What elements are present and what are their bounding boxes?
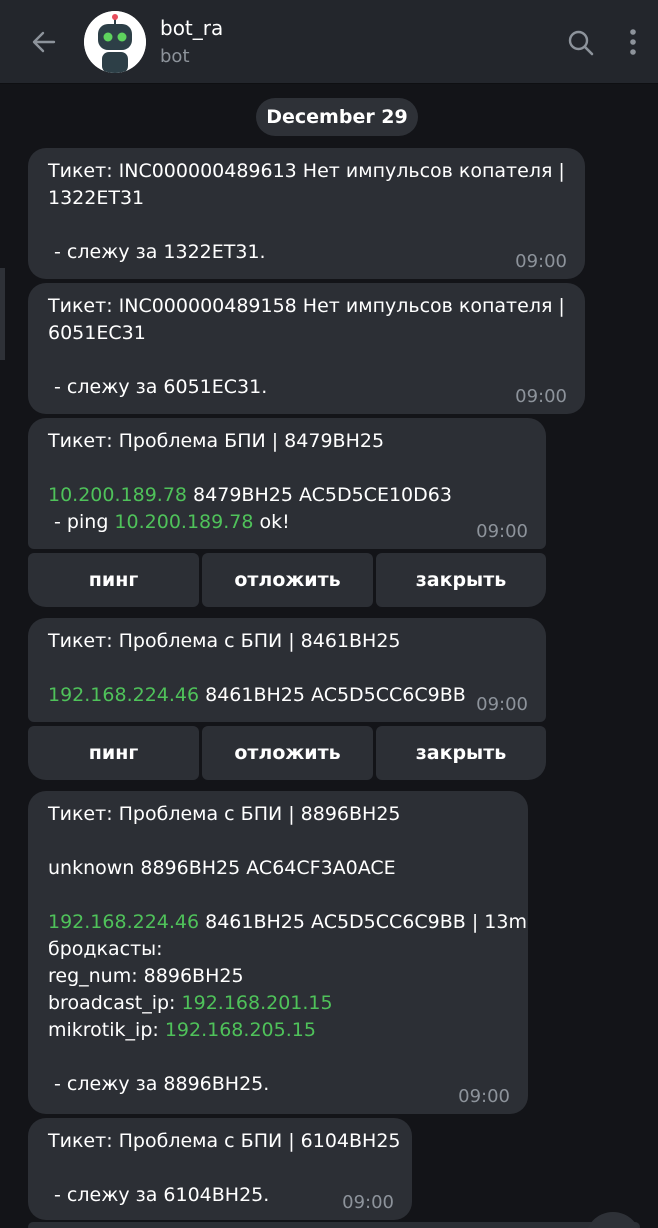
message-bubble[interactable]: Тикет: Проблема с БПИ | 8461BH25 192.168…	[28, 618, 546, 722]
search-icon[interactable]	[566, 28, 596, 58]
ticket-line: Тикет: Проблема с БПИ | 8896BH25	[48, 803, 401, 825]
scroll-indicator	[0, 268, 5, 360]
postpone-button[interactable]: отложить	[202, 726, 373, 780]
reg-num-line: reg_num: 8896BH25	[48, 965, 244, 987]
postpone-button[interactable]: отложить	[202, 553, 373, 607]
ticket-line: Тикет: INC000000489158 Нет импульсов коп…	[48, 295, 565, 317]
ip-address: 192.168.205.15	[164, 1019, 316, 1041]
watch-line: - слежу за 6104BH25.	[48, 1184, 270, 1206]
message-time: 09:00	[515, 251, 567, 272]
broadcast-ip-line: broadcast_ip: 192.168.201.15	[48, 990, 508, 1017]
watch-line: - слежу за 6051EC31.	[48, 376, 268, 398]
message-bubble[interactable]: Тикет: INC000000489158 Нет импульсов коп…	[28, 283, 585, 414]
ticket-line-continued: 6051EC31	[48, 322, 146, 344]
unknown-device-line: unknown 8896BH25 AC64CF3A0ACE	[48, 857, 396, 879]
watch-line: - слежу за 1322ET31.	[48, 241, 266, 263]
chat-header: bot_ra bot	[0, 0, 658, 84]
ping-prefix: - ping	[48, 511, 115, 533]
watch-line: - слежу за 8896BH25.	[48, 1073, 270, 1095]
ticket-line: Тикет: Проблема с БПИ | 6104BH25	[48, 1130, 401, 1152]
device-line: 192.168.224.46 8461BH25 AC5D5CC6C9BB	[48, 682, 526, 709]
robot-icon	[84, 11, 146, 73]
device-info: 8461BH25 AC5D5CC6C9BB | 13m	[199, 911, 527, 933]
device-info: 8479BH25 AC5D5CE10D63	[187, 484, 452, 506]
bot-avatar[interactable]	[84, 11, 146, 73]
message-time: 09:00	[476, 694, 528, 715]
message-time: 09:00	[476, 521, 528, 542]
device-line: 192.168.224.46 8461BH25 AC5D5CC6C9BB | 1…	[48, 909, 527, 936]
date-separator: December 29	[256, 98, 418, 136]
message-time: 09:00	[342, 1192, 394, 1213]
ping-button[interactable]: пинг	[28, 553, 199, 607]
chat-title[interactable]: bot_ra	[160, 16, 223, 40]
ip-address: 10.200.189.78	[114, 511, 254, 533]
message-time: 09:00	[458, 1086, 510, 1107]
ping-result: ok!	[253, 511, 290, 533]
ticket-line: Тикет: INC000000489613 Нет импульсов коп…	[48, 160, 565, 182]
broadcasts-label: бродкасты:	[48, 938, 163, 960]
ip-address: 192.168.224.46	[48, 684, 200, 706]
chat-subtitle: bot	[160, 46, 190, 67]
close-button[interactable]: закрыть	[376, 553, 546, 607]
ip-address: 192.168.201.15	[181, 992, 333, 1014]
ip-address: 192.168.224.46	[48, 911, 200, 933]
scroll-down-button[interactable]	[585, 1212, 641, 1228]
close-button[interactable]: закрыть	[376, 726, 546, 780]
message-time: 09:00	[515, 386, 567, 407]
back-arrow-icon[interactable]	[28, 26, 60, 58]
device-line: 10.200.189.78 8479BH25 AC5D5CE10D63	[48, 482, 526, 509]
ping-line: - ping 10.200.189.78 ok!	[48, 509, 526, 536]
ip-address: 10.200.189.78	[48, 484, 188, 506]
ping-button[interactable]: пинг	[28, 726, 199, 780]
broadcast-ip-label: broadcast_ip:	[48, 992, 182, 1014]
mikrotik-ip-label: mikrotik_ip:	[48, 1019, 165, 1041]
message-bubble[interactable]: Тикет: Проблема с БПИ | 8896BH25 unknown…	[28, 791, 528, 1114]
ticket-line-continued: 1322ET31	[48, 187, 145, 209]
more-vertical-icon[interactable]	[624, 26, 642, 58]
ticket-line: Тикет: Проблема БПИ | 8479BH25	[48, 430, 385, 452]
message-bubble[interactable]: Тикет: INC000000489613 Нет импульсов коп…	[28, 148, 585, 279]
mikrotik-ip-line: mikrotik_ip: 192.168.205.15	[48, 1017, 508, 1044]
message-bubble[interactable]: Тикет: Проблема с БПИ | 6104BH25 - слежу…	[28, 1118, 412, 1220]
message-bubble[interactable]: Тикет: Проблема БПИ | 8479BH25 10.200.18…	[28, 418, 546, 549]
device-info: 8461BH25 AC5D5CC6C9BB	[199, 684, 466, 706]
ticket-line: Тикет: Проблема с БПИ | 8461BH25	[48, 630, 401, 652]
next-message-edge	[28, 1222, 640, 1228]
